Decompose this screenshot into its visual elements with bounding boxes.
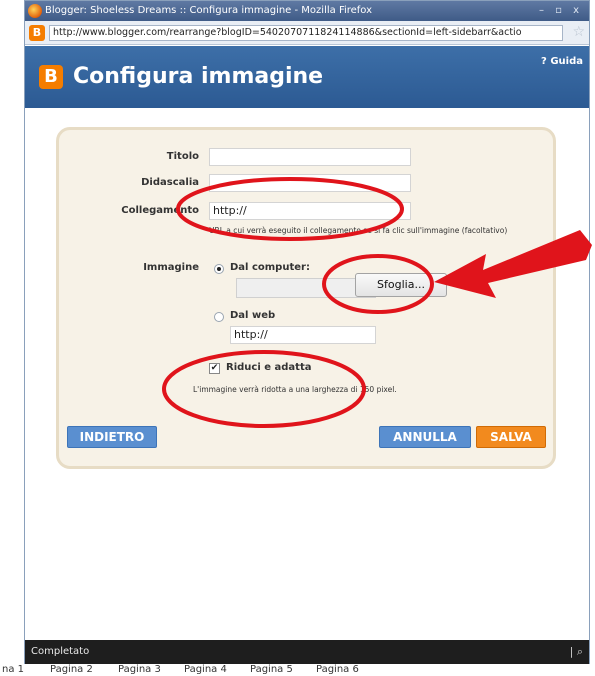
- from-web-radio[interactable]: [214, 312, 224, 322]
- resize-checkbox[interactable]: ✔: [209, 363, 220, 374]
- page-tab[interactable]: Pagina 5: [250, 664, 293, 676]
- status-text: Completato: [31, 646, 90, 657]
- from-web-label: Dal web: [230, 310, 276, 321]
- help-label: Guida: [550, 56, 583, 67]
- resize-hint: L'immagine verrà ridotta a una larghezza…: [193, 385, 397, 394]
- save-button[interactable]: SALVA: [476, 426, 546, 448]
- cancel-button[interactable]: ANNULLA: [379, 426, 471, 448]
- caption-label: Didascalia: [141, 177, 199, 188]
- page-title: Configura immagine: [73, 64, 324, 89]
- help-link[interactable]: ? Guida: [541, 56, 583, 67]
- url-field[interactable]: http://www.blogger.com/rearrange?blogID=…: [49, 25, 563, 41]
- page-tab[interactable]: Pagina 3: [118, 664, 161, 676]
- dialog-header: B Configura immagine ? Guida: [25, 46, 589, 108]
- browse-button[interactable]: Sfoglia...: [355, 273, 447, 297]
- status-bar: Completato | ⌕: [25, 640, 589, 664]
- page-tab[interactable]: na 1: [2, 664, 24, 676]
- blogger-logo-icon: B: [39, 65, 63, 89]
- status-tools-icon[interactable]: | ⌕: [570, 640, 583, 664]
- title-label: Titolo: [166, 151, 199, 162]
- question-icon: ?: [541, 56, 551, 67]
- from-computer-label: Dal computer:: [230, 262, 310, 273]
- window-title: Blogger: Shoeless Dreams :: Configura im…: [45, 5, 373, 16]
- firefox-icon: [28, 4, 42, 18]
- page-tab-bar: na 1 Pagina 2 Pagina 3 Pagina 4 Pagina 5…: [0, 664, 595, 676]
- link-hint: URL a cui verrà eseguito il collegamento…: [209, 226, 508, 235]
- page-tab[interactable]: Pagina 4: [184, 664, 227, 676]
- resize-label: Riduci e adatta: [226, 362, 312, 373]
- web-url-input[interactable]: http://: [230, 326, 376, 344]
- firefox-window: Blogger: Shoeless Dreams :: Configura im…: [24, 0, 590, 664]
- link-input[interactable]: http://: [209, 202, 411, 220]
- from-computer-radio[interactable]: [214, 264, 224, 274]
- image-label: Immagine: [143, 262, 199, 273]
- blogger-favicon-icon: B: [29, 25, 45, 41]
- title-input[interactable]: [209, 148, 411, 166]
- window-titlebar: Blogger: Shoeless Dreams :: Configura im…: [25, 1, 589, 21]
- page-tab[interactable]: Pagina 6: [316, 664, 359, 676]
- bookmark-star-icon[interactable]: ☆: [572, 24, 585, 40]
- caption-input[interactable]: [209, 174, 411, 192]
- page-tab[interactable]: Pagina 2: [50, 664, 93, 676]
- window-controls[interactable]: – ▫ x: [539, 1, 583, 21]
- link-label: Collegamento: [121, 205, 199, 216]
- address-bar: B http://www.blogger.com/rearrange?blogI…: [25, 21, 589, 45]
- form-panel: Titolo Didascalia Collegamento http:// U…: [56, 127, 556, 469]
- back-button[interactable]: INDIETRO: [67, 426, 157, 448]
